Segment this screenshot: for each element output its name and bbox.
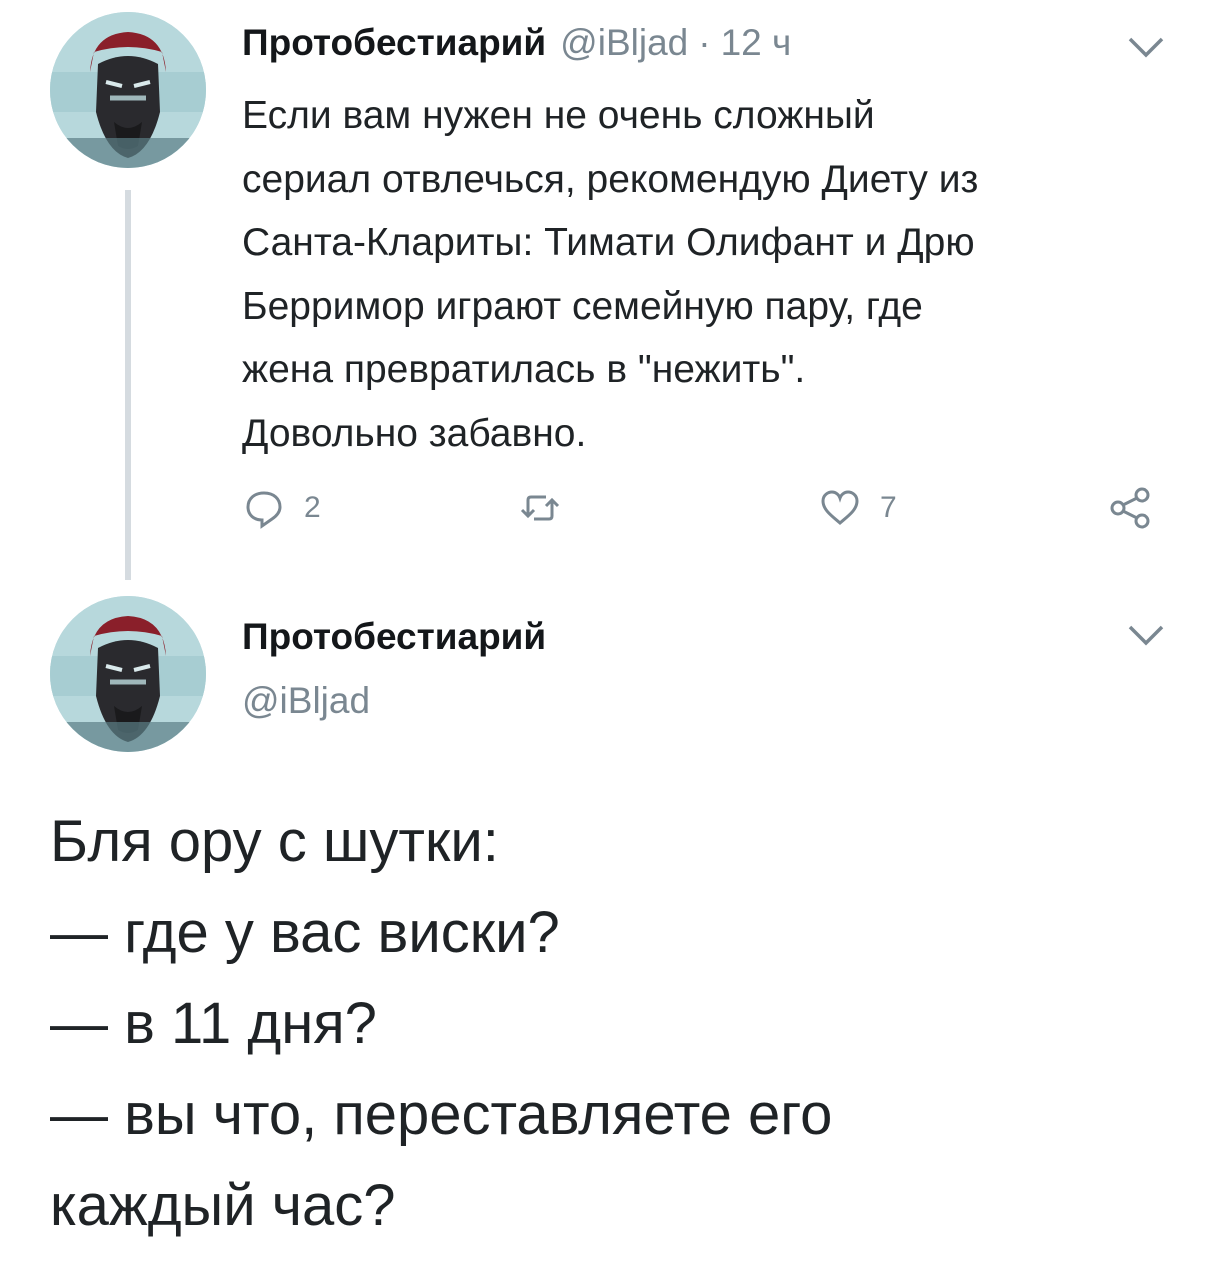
- reply-tweet-text: Если вам нужен не очень сложный сериал о…: [242, 84, 1182, 465]
- thread-connector-line: [125, 190, 131, 580]
- tweet-text-line: сериал отвлечься, рекомендую Диету из: [242, 157, 979, 201]
- separator-dot: ·: [698, 22, 711, 63]
- tweet-text-line: Бля ору с шутки:: [50, 809, 499, 874]
- avatar[interactable]: [50, 596, 206, 752]
- like-button[interactable]: 7: [818, 476, 897, 540]
- share-button[interactable]: [1108, 476, 1152, 540]
- reply-tweet-header: Протобестиарий @iBljad · 12 ч: [242, 22, 791, 68]
- avatar[interactable]: [50, 12, 206, 168]
- like-count: 7: [880, 491, 897, 524]
- author-handle[interactable]: @iBljad: [560, 22, 688, 64]
- reply-button[interactable]: 2: [242, 476, 321, 540]
- reply-count: 2: [304, 491, 321, 524]
- tweet-text-line: Берримор играют семейную пару, где: [242, 284, 923, 328]
- heart-icon: [821, 490, 859, 525]
- tweet-text-line: — вы что, переставляете его: [50, 1082, 833, 1147]
- chevron-down-icon[interactable]: [1126, 622, 1166, 648]
- retweet-icon: [520, 495, 560, 521]
- tweet-actions-bar: 2 7: [242, 476, 1172, 540]
- chevron-down-icon[interactable]: [1126, 34, 1166, 60]
- main-tweet-text: Бля ору с шутки: — где у вас виски? — в …: [50, 796, 1170, 1251]
- author-handle[interactable]: @iBljad: [242, 680, 370, 722]
- tweet-text-line: каждый час?: [50, 1173, 396, 1238]
- author-name[interactable]: Протобестиарий: [242, 22, 546, 64]
- tweet-text-line: жена превратилась в "нежить".: [242, 348, 806, 391]
- avatar-image: [50, 596, 206, 752]
- retweet-button[interactable]: [518, 476, 580, 540]
- author-name[interactable]: Протобестиарий: [242, 616, 546, 658]
- tweet-text-line: — в 11 дня?: [50, 991, 377, 1056]
- share-icon: [1110, 487, 1150, 529]
- tweet-timestamp[interactable]: 12 ч: [721, 22, 792, 64]
- reply-icon: [246, 491, 282, 529]
- tweet-text-line: Если вам нужен не очень сложный: [242, 94, 875, 137]
- avatar-image: [50, 12, 206, 168]
- tweet-text-line: — где у вас виски?: [50, 900, 560, 965]
- tweet-text-line: Санта-Клариты: Тимати Олифант и Дрю: [242, 221, 975, 264]
- tweet-text-line: Довольно забавно.: [242, 411, 587, 455]
